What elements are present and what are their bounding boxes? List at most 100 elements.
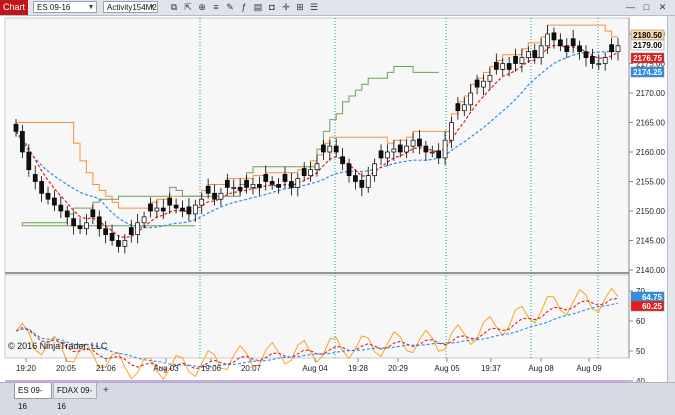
candle: [218, 192, 224, 200]
candle: [506, 63, 512, 70]
time-tick-label: 20:29: [388, 364, 409, 373]
price-tick-label: 2170.00: [636, 89, 665, 98]
candle: [513, 56, 518, 64]
candle: [244, 179, 249, 188]
instrument-value: ES 09-16: [37, 3, 71, 12]
candle: [385, 151, 390, 159]
instrument-selector[interactable]: ES 09-16 ▼: [33, 1, 97, 13]
candle: [122, 240, 128, 247]
data-box-icon[interactable]: ▤: [252, 1, 264, 13]
time-tick-label: 19:20: [16, 364, 37, 373]
candle: [148, 203, 153, 212]
candle: [77, 225, 83, 230]
candle: [237, 187, 243, 191]
candle: [429, 151, 435, 154]
candle: [282, 174, 288, 182]
candle: [224, 179, 230, 188]
candle: [583, 51, 589, 58]
candle: [205, 185, 211, 194]
candle: [116, 240, 121, 247]
chart-titlebar: Chart ES 09-16 ▼ Activity154M2 ▼ ⧉ ⇱ ⊕ ≡…: [0, 0, 675, 16]
candle: [346, 163, 352, 176]
maximize-icon[interactable]: □: [640, 1, 653, 13]
candle: [250, 184, 256, 188]
tab-fdax-09-16[interactable]: FDAX 09-16: [53, 383, 97, 411]
price-badge-label: 2176.75: [633, 54, 662, 63]
candle: [340, 156, 345, 165]
tab-es-09-16[interactable]: ES 09-16: [14, 383, 52, 411]
candle: [84, 222, 89, 230]
candle: [404, 145, 410, 153]
candle: [308, 169, 313, 176]
candle: [276, 184, 281, 188]
candle: [397, 144, 403, 153]
period-selector[interactable]: Activity154M2 ▼: [103, 1, 158, 13]
candle: [333, 145, 339, 153]
candle: [577, 45, 582, 53]
price-badge-label: 60.25: [642, 302, 663, 311]
zoom-icon[interactable]: ⊕: [196, 1, 208, 13]
time-tick-label: Aug 04: [302, 364, 328, 373]
candle: [590, 56, 595, 64]
chevron-down-icon: ▼: [148, 4, 156, 11]
candle: [90, 209, 96, 218]
vertical-scrollbar[interactable]: [667, 16, 675, 388]
candle: [449, 122, 454, 141]
osc-tick-label: 60: [636, 317, 645, 326]
chart-canvas[interactable]: 2180.002175.002170.002165.002160.002155.…: [0, 16, 667, 388]
price-badge-label: 2174.25: [633, 68, 662, 77]
candle: [391, 148, 397, 153]
crosshair-icon[interactable]: ✛: [280, 1, 292, 13]
time-tick-label: Aug 05: [434, 364, 460, 373]
candle: [231, 187, 237, 189]
candle: [564, 45, 570, 53]
time-tick-label: Aug 09: [576, 364, 602, 373]
minimize-icon[interactable]: —: [624, 1, 637, 13]
candle: [500, 63, 506, 70]
candle: [602, 57, 608, 64]
camera-icon[interactable]: ◘: [266, 1, 278, 13]
candle: [32, 174, 38, 182]
candle: [423, 145, 429, 153]
candle: [257, 184, 262, 188]
candle: [551, 32, 557, 41]
candle: [353, 175, 358, 182]
time-tick-label: 21:06: [96, 364, 117, 373]
candle: [26, 151, 32, 171]
candle: [442, 139, 448, 159]
candle: [289, 181, 294, 188]
candle: [180, 207, 185, 212]
chart-area[interactable]: 2180.002175.002170.002165.002160.002155.…: [0, 16, 667, 388]
candle: [378, 150, 384, 159]
time-tick-label: 19:06: [201, 364, 222, 373]
candle: [532, 50, 538, 58]
candle: [154, 207, 160, 212]
chart-tab-strip: ES 09-16 FDAX 09-16 +: [0, 382, 675, 411]
indicators-icon[interactable]: ƒ: [238, 1, 250, 13]
candle: [596, 63, 602, 65]
arrow-icon[interactable]: ⇱: [182, 1, 194, 13]
candle: [481, 80, 486, 88]
time-tick-label: 19:28: [348, 364, 369, 373]
price-badge-label: 2179.00: [633, 41, 662, 50]
drawing-icon[interactable]: ✎: [224, 1, 236, 13]
candle: [103, 228, 109, 235]
price-tick-label: 2140.00: [636, 266, 665, 275]
properties-icon[interactable]: ≡: [210, 1, 222, 13]
copyright-text: © 2016 NinjaTrader, LLC: [8, 341, 108, 351]
price-badge-label: 64.75: [642, 293, 663, 302]
ruler-icon[interactable]: ⧉: [168, 1, 180, 13]
candle: [167, 197, 173, 206]
close-icon[interactable]: ✕: [656, 1, 669, 13]
chevron-down-icon: ▼: [87, 4, 95, 11]
list-icon[interactable]: ☰: [308, 1, 320, 13]
candle: [160, 207, 166, 212]
price-tick-label: 2160.00: [636, 148, 665, 157]
candle: [525, 51, 531, 58]
candle: [263, 174, 269, 182]
candle: [135, 222, 141, 235]
candle: [372, 163, 377, 176]
add-tab-button[interactable]: +: [103, 383, 109, 399]
price-tick-label: 2150.00: [636, 207, 665, 216]
lock-icon[interactable]: ⊞: [294, 1, 306, 13]
